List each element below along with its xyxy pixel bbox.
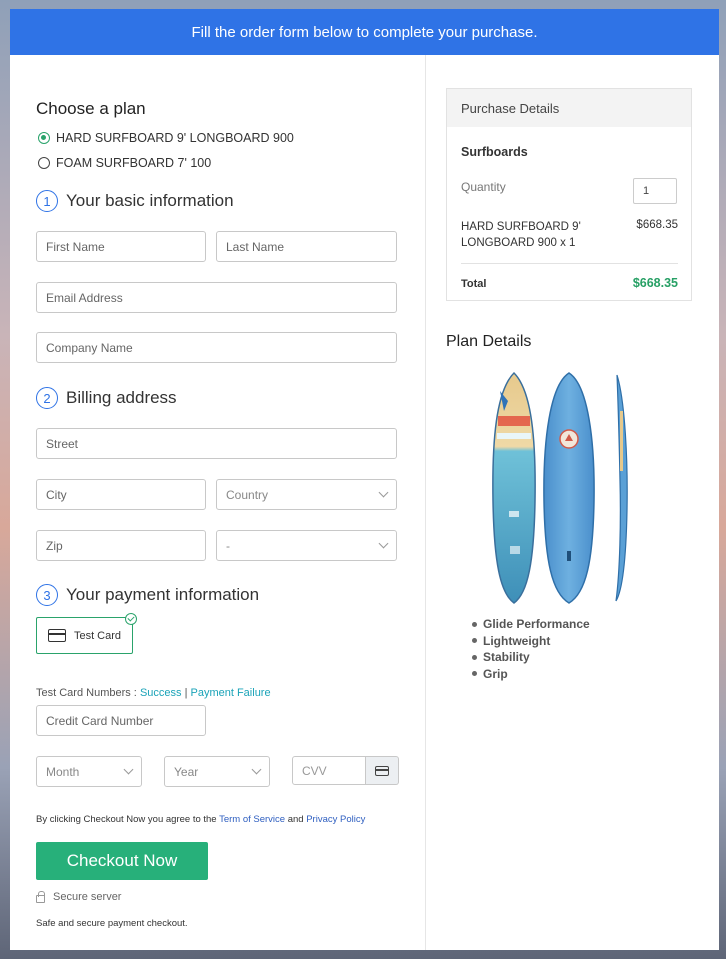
payment-header: 3 Your payment information [36,584,259,606]
plan-option-foam-surfboard[interactable]: FOAM SURFBOARD 7' 100 [38,156,211,170]
plan-details-title: Plan Details [446,333,532,350]
section-title: Your payment information [66,585,260,604]
summary-divider [461,263,678,264]
state-select-value: - [226,538,230,553]
bullet-icon [472,638,477,644]
first-name-field[interactable]: First Name [36,231,206,262]
test-card-option[interactable]: Test Card [36,613,137,654]
test-card-label: Test Card [73,629,122,642]
step-number-badge: 2 [36,387,58,409]
credit-card-icon [47,629,66,642]
plan-option-label: HARD SURFBOARD 9' LONGBOARD 900 [56,131,294,145]
purchase-details-card: Purchase Details Surfboards Quantity 1 H… [446,88,692,301]
radio-selected-icon[interactable] [38,132,50,144]
bullet-icon [472,621,477,627]
company-name-field[interactable]: Company Name [36,332,397,363]
chevron-down-icon [378,487,389,498]
credit-card-icon [375,765,389,776]
country-select[interactable]: Country [216,479,397,510]
checkout-page: Fill the order form below to complete yo… [10,9,719,950]
month-select[interactable]: Month [36,756,142,787]
chevron-down-icon [378,538,389,549]
line-item-name: HARD SURFBOARD 9' LONGBOARD 900 x 1 [461,221,581,249]
country-select-value: Country [226,487,269,502]
quantity-label: Quantity [461,180,506,194]
terms-of-service-link[interactable]: Term of Service [219,814,285,825]
test-numbers-label: Test Card Numbers : [36,687,137,699]
bullet-icon [472,671,477,677]
feature-item: Glide Performance [472,616,590,633]
cvv-field[interactable]: CVV [292,756,366,785]
feature-label: Grip [483,666,508,681]
secure-checkout-note: Safe and secure payment checkout. [36,918,188,929]
feature-label: Lightweight [483,633,551,648]
feature-label: Stability [483,650,530,664]
product-category: Surfboards [461,145,528,159]
link-separator: | [184,687,188,699]
success-link[interactable]: Success [140,687,182,699]
agreement-text: By clicking Checkout Now you agree to th… [36,814,365,825]
order-form: Choose a plan HARD SURFBOARD 9' LONGBOAR… [10,55,425,950]
agreement-prefix: By clicking Checkout Now you agree to th… [36,814,217,825]
year-select-value: Year [174,764,199,779]
lock-icon [36,890,45,903]
purchase-details-title: Purchase Details [447,89,691,127]
privacy-policy-link[interactable]: Privacy Policy [306,814,365,825]
state-select[interactable]: - [216,530,397,561]
feature-item: Lightweight [472,633,590,650]
plan-features-list: Glide Performance Lightweight Stability … [472,616,590,682]
section-title: Your basic information [66,191,234,210]
basic-info-header: 1 Your basic information [36,190,234,212]
checkout-now-button[interactable]: Checkout Now [36,842,208,880]
email-field[interactable]: Email Address [36,282,397,313]
city-field[interactable]: City [36,479,206,510]
test-card-numbers: Test Card Numbers : Success | Payment Fa… [36,687,271,699]
step-number-badge: 1 [36,190,58,212]
order-summary: Purchase Details Surfboards Quantity 1 H… [426,55,719,950]
month-select-value: Month [46,764,80,779]
chevron-down-icon [123,764,134,775]
zip-field[interactable]: Zip [36,530,206,561]
choose-plan-title: Choose a plan [36,99,146,118]
credit-card-number-field[interactable]: Credit Card Number [36,705,206,736]
check-circle-icon [125,613,137,625]
feature-item: Stability [472,649,590,666]
last-name-field[interactable]: Last Name [216,231,397,262]
page-banner: Fill the order form below to complete yo… [10,9,719,55]
secure-server-text: Secure server [53,891,122,903]
cvv-card-button[interactable] [366,756,399,785]
total-label: Total [461,278,487,290]
feature-label: Glide Performance [483,617,590,631]
surfboard-product-image [492,371,628,604]
line-item-price: $668.35 [636,219,678,231]
step-number-badge: 3 [36,584,58,606]
plan-option-label: FOAM SURFBOARD 7' 100 [56,156,212,170]
year-select[interactable]: Year [164,756,270,787]
billing-header: 2 Billing address [36,387,177,409]
plan-option-hard-surfboard[interactable]: HARD SURFBOARD 9' LONGBOARD 900 [38,131,294,145]
quantity-input[interactable]: 1 [633,178,677,204]
bullet-icon [472,654,477,660]
payment-failure-link[interactable]: Payment Failure [191,687,271,699]
feature-item: Grip [472,666,590,683]
radio-unselected-icon[interactable] [38,157,50,169]
street-field[interactable]: Street [36,428,397,459]
banner-text: Fill the order form below to complete yo… [191,23,538,41]
total-value: $668.35 [632,276,678,290]
chevron-down-icon [251,764,262,775]
agreement-and: and [287,814,304,825]
section-title: Billing address [66,388,177,407]
secure-server-label: Secure server [36,890,122,903]
